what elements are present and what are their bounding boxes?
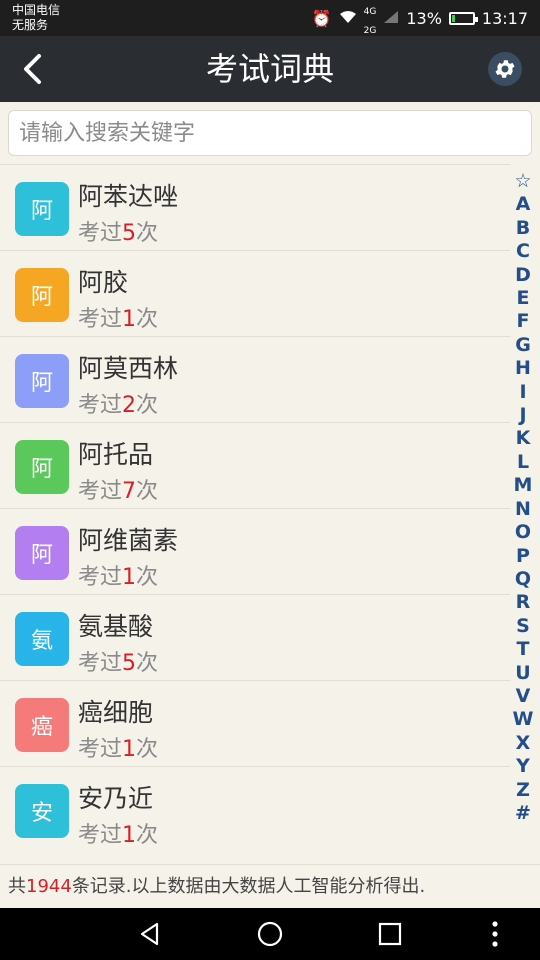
nav-recents-button[interactable] (370, 914, 410, 954)
list-item-name: 阿维菌素 (78, 526, 179, 555)
index-letter[interactable]: M (514, 474, 533, 497)
list-item-name: 阿托品 (78, 440, 154, 469)
list-item-exam-count: 考过1次 (78, 565, 159, 590)
index-letter[interactable]: ☆ (514, 170, 531, 193)
list-item[interactable]: 阿 阿维菌素 考过1次 (0, 508, 510, 594)
summary-prefix: 共 (8, 876, 26, 897)
index-letter[interactable]: F (517, 310, 530, 333)
index-letter[interactable]: B (516, 217, 530, 240)
index-letter[interactable]: H (515, 357, 531, 380)
list-item-exam-count: 考过1次 (78, 307, 159, 332)
signal-icon (383, 9, 399, 28)
index-letter[interactable]: U (515, 662, 530, 685)
list-item-badge: 阿 (15, 354, 69, 408)
index-letter[interactable]: K (516, 427, 531, 450)
carrier-info: 中国电信 无服务 (12, 3, 60, 33)
index-letter[interactable]: Q (515, 568, 531, 591)
list-item-exam-count: 考过2次 (78, 393, 159, 418)
circle-home-icon (257, 921, 283, 947)
list-item-badge: 氨 (15, 612, 69, 666)
more-vertical-icon (492, 921, 498, 947)
back-button[interactable] (10, 45, 54, 93)
battery-icon (448, 11, 478, 25)
list-item-badge: 阿 (15, 526, 69, 580)
triangle-back-icon (140, 922, 159, 946)
list-item-badge: 安 (15, 784, 69, 838)
list-item-badge: 阿 (15, 182, 69, 236)
list-item-exam-count: 考过7次 (78, 479, 159, 504)
status-bar: 中国电信 无服务 ⏰ 4G 2G 13% 13:17 (0, 0, 540, 36)
index-letter[interactable]: D (515, 264, 531, 287)
index-letter[interactable]: J (519, 404, 526, 427)
index-letter[interactable]: W (513, 708, 534, 731)
list-item[interactable]: 安 安乃近 考过1次 (0, 766, 510, 852)
index-letter[interactable]: G (515, 334, 531, 357)
index-letter[interactable]: Y (516, 755, 530, 778)
settings-button[interactable] (488, 52, 522, 86)
list-item-exam-count: 考过5次 (78, 651, 159, 676)
wifi-icon (339, 9, 357, 28)
list-item[interactable]: 阿 阿莫西林 考过2次 (0, 336, 510, 422)
list-item[interactable]: 氨 氨基酸 考过5次 (0, 594, 510, 680)
gear-icon (495, 60, 515, 78)
index-letter[interactable]: T (517, 638, 530, 661)
list-item[interactable]: 癌 癌细胞 考过1次 (0, 680, 510, 766)
index-letter[interactable]: V (516, 685, 531, 708)
chevron-left-icon (24, 54, 41, 84)
list-item-exam-count: 考过1次 (78, 737, 159, 762)
page-title: 考试词典 (205, 50, 334, 88)
carrier-name: 中国电信 (12, 3, 61, 17)
index-letter[interactable]: L (517, 451, 529, 474)
index-letter[interactable]: N (515, 498, 531, 521)
list-item-badge: 阿 (15, 268, 69, 322)
clock: 13:17 (481, 8, 528, 28)
list-item[interactable]: 阿 阿苯达唑 考过5次 (0, 164, 510, 250)
alarm-icon: ⏰ (311, 8, 332, 28)
index-letter[interactable]: S (516, 615, 530, 638)
list-item-badge: 癌 (15, 698, 69, 752)
list-item[interactable]: 阿 阿托品 考过7次 (0, 422, 510, 508)
index-letter[interactable]: Z (516, 779, 530, 802)
index-letter[interactable]: R (516, 591, 531, 614)
list-item-name: 阿莫西林 (78, 354, 179, 383)
nav-home-button[interactable] (250, 914, 290, 954)
network-type-label: 4G 2G (363, 7, 377, 36)
index-letter[interactable]: C (516, 240, 530, 263)
battery-percent: 13% (406, 8, 442, 28)
system-nav-bar (0, 908, 540, 960)
list-item-name: 安乃近 (78, 784, 154, 813)
list-item-exam-count: 考过5次 (78, 221, 159, 246)
alphabet-index[interactable]: ☆ A B C D E F G H I J K L M N O P Q R S T U V W X Y Z # (513, 170, 534, 825)
list-item-name: 阿苯达唑 (78, 182, 179, 211)
index-letter[interactable]: P (516, 545, 530, 568)
total-records: 1944 (26, 876, 72, 897)
summary-suffix: 条记录.以上数据由大数据人工智能分析得出. (71, 876, 426, 897)
title-bar: 考试词典 (0, 36, 540, 102)
list-item[interactable]: 阿 阿胶 考过1次 (0, 250, 510, 336)
search-input[interactable] (9, 111, 531, 155)
list-item-name: 阿胶 (78, 268, 129, 297)
index-letter[interactable]: # (515, 802, 531, 825)
index-letter[interactable]: E (517, 287, 530, 310)
square-recents-icon (378, 922, 402, 946)
list-item-exam-count: 考过1次 (78, 823, 159, 848)
nav-back-button[interactable] (130, 914, 170, 954)
index-letter[interactable]: O (515, 521, 531, 544)
list-item-badge: 阿 (15, 440, 69, 494)
search-box (8, 110, 532, 156)
status-icons: ⏰ 4G 2G 13% 13:17 (312, 0, 528, 36)
nav-menu-button[interactable] (475, 914, 515, 954)
list-item-name: 氨基酸 (78, 612, 154, 641)
list-item-name: 癌细胞 (78, 698, 154, 727)
index-letter[interactable]: X (516, 732, 531, 755)
index-letter[interactable]: I (519, 381, 526, 404)
word-list: 阿 阿苯达唑 考过5次 阿 阿胶 考过1次 阿 阿莫西林 考过2次 阿 阿托品 … (0, 164, 510, 852)
service-status: 无服务 (12, 18, 49, 32)
index-letter[interactable]: A (516, 193, 531, 216)
record-summary: 共1944条记录.以上数据由大数据人工智能分析得出. (0, 864, 540, 908)
